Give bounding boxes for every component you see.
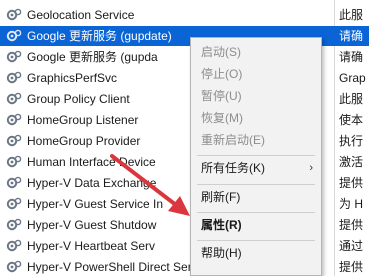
service-description: 提供 — [339, 218, 364, 232]
service-name: Google 更新服务 (gupda — [27, 50, 158, 64]
gear-icon — [6, 197, 22, 211]
menu-separator — [197, 212, 315, 213]
menu-item-refresh[interactable]: 刷新(F) — [191, 186, 321, 208]
chevron-right-icon: › — [309, 162, 313, 174]
menu-item-stop[interactable]: 停止(O) — [191, 63, 321, 85]
service-description: 此服 — [339, 92, 364, 106]
gear-icon — [6, 176, 22, 190]
service-name: Hyper-V PowerShell Direct Service — [27, 260, 214, 274]
service-description: 为 H — [339, 197, 364, 211]
gear-icon — [6, 134, 22, 148]
gear-icon — [6, 8, 22, 22]
menu-item-start[interactable]: 启动(S) — [191, 41, 321, 63]
menu-item-resume[interactable]: 恢复(M) — [191, 107, 321, 129]
service-description: 提供 — [339, 260, 364, 274]
gear-icon — [6, 218, 22, 232]
service-name: Google 更新服务 (gupdate) — [27, 29, 172, 43]
gear-icon — [6, 50, 22, 64]
gear-icon — [6, 113, 22, 127]
service-name: Hyper-V Guest Shutdow — [27, 218, 157, 232]
gear-icon — [6, 155, 22, 169]
service-name: Hyper-V Heartbeat Serv — [27, 239, 156, 253]
service-name: Hyper-V Data Exchange — [27, 176, 157, 190]
gear-icon — [6, 71, 22, 85]
menu-separator — [197, 155, 315, 156]
gear-icon — [6, 29, 22, 43]
service-name: Human Interface Device — [27, 155, 156, 169]
context-menu: 启动(S) 停止(O) 暂停(U) 恢复(M) 重新启动(E) 所有任务(K) … — [190, 37, 322, 276]
service-description: 通过 — [339, 239, 364, 253]
service-description: Grap — [339, 71, 366, 85]
service-description: 请确 — [339, 29, 364, 43]
service-name: HomeGroup Listener — [27, 113, 139, 127]
service-name: GraphicsPerfSvc — [27, 71, 118, 85]
menu-item-all-tasks-label: 所有任务(K) — [201, 161, 265, 175]
menu-item-all-tasks[interactable]: 所有任务(K) › — [191, 157, 321, 179]
menu-separator — [197, 240, 315, 241]
service-name: Hyper-V Guest Service In — [27, 197, 164, 211]
service-description: 激活 — [339, 155, 364, 169]
menu-item-pause[interactable]: 暂停(U) — [191, 85, 321, 107]
service-name: Group Policy Client — [27, 92, 130, 106]
menu-separator — [197, 184, 315, 185]
menu-item-restart[interactable]: 重新启动(E) — [191, 129, 321, 151]
service-description: 此服 — [339, 8, 364, 22]
service-name: HomeGroup Provider — [27, 134, 141, 148]
service-description: 执行 — [339, 134, 364, 148]
service-description: 使本 — [339, 113, 364, 127]
service-row[interactable]: Geolocation Service 此服 — [0, 5, 369, 25]
gear-icon — [6, 239, 22, 253]
menu-item-help[interactable]: 帮助(H) — [191, 242, 321, 264]
gear-icon — [6, 92, 22, 106]
service-description: 提供 — [339, 176, 364, 190]
service-name: Geolocation Service — [27, 8, 135, 22]
gear-icon — [6, 260, 22, 274]
service-description: 请确 — [339, 50, 364, 64]
menu-item-properties[interactable]: 属性(R) — [191, 214, 321, 236]
